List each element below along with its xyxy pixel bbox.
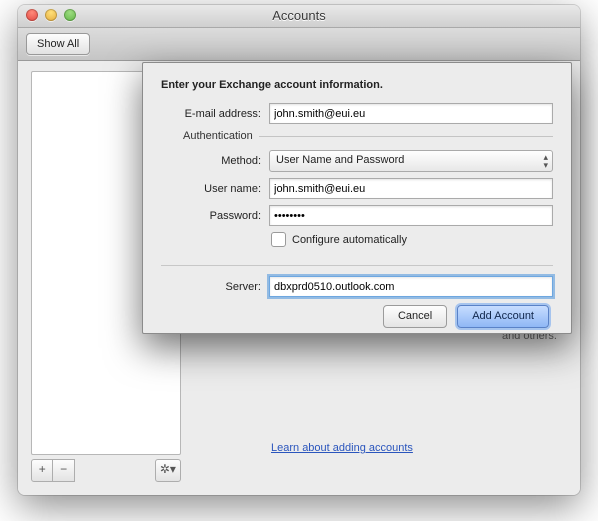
- auth-section: Authentication Method: User Name and Pas…: [177, 130, 553, 257]
- method-select[interactable]: User Name and Password ▴▾: [269, 150, 553, 172]
- add-account-button-sheet[interactable]: Add Account: [457, 305, 549, 328]
- accounts-actions-button[interactable]: ✲▾: [155, 459, 181, 482]
- zoom-icon[interactable]: [64, 9, 76, 21]
- gear-icon: ✲▾: [160, 462, 176, 476]
- method-label: Method:: [177, 155, 261, 167]
- remove-account-button[interactable]: −: [52, 459, 74, 482]
- configure-auto-checkbox[interactable]: [271, 232, 286, 247]
- window-title: Accounts: [272, 8, 325, 23]
- username-label: User name:: [177, 183, 261, 195]
- exchange-sheet: Enter your Exchange account information.…: [142, 62, 572, 334]
- username-field[interactable]: [269, 178, 553, 199]
- minimize-icon[interactable]: [45, 9, 57, 21]
- auth-section-label: Authentication: [177, 130, 259, 142]
- add-account-button[interactable]: +: [31, 459, 53, 482]
- server-label: Server:: [161, 281, 261, 293]
- show-all-button[interactable]: Show All: [26, 33, 90, 55]
- method-selected-value: User Name and Password: [276, 154, 404, 166]
- password-label: Password:: [177, 210, 261, 222]
- password-field[interactable]: [269, 205, 553, 226]
- titlebar: Accounts: [18, 5, 580, 28]
- server-field[interactable]: [269, 276, 553, 297]
- configure-auto-label: Configure automatically: [292, 234, 407, 246]
- cancel-button[interactable]: Cancel: [383, 305, 447, 328]
- accounts-list-footer: + − ✲▾: [31, 459, 181, 480]
- chevron-updown-icon: ▴▾: [543, 153, 548, 169]
- email-label: E-mail address:: [161, 108, 261, 120]
- email-field[interactable]: [269, 103, 553, 124]
- learn-link[interactable]: Learn about adding accounts: [271, 442, 413, 454]
- sheet-title: Enter your Exchange account information.: [161, 79, 553, 91]
- close-icon[interactable]: [26, 9, 38, 21]
- toolbar: Show All: [18, 28, 580, 61]
- divider: [161, 265, 553, 266]
- email-row: E-mail address:: [161, 103, 553, 124]
